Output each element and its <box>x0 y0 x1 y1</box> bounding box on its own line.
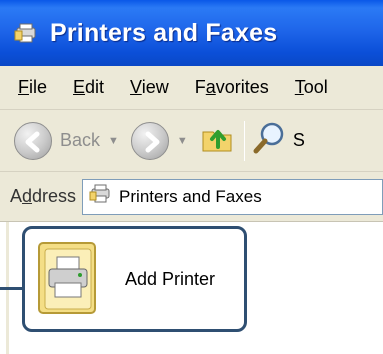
address-label-pre: A <box>10 186 23 206</box>
menu-tools-label: ool <box>303 77 328 97</box>
toolbar-separator <box>243 120 245 161</box>
menu-tools[interactable]: Tool <box>295 77 328 98</box>
search-button[interactable]: S <box>253 119 305 163</box>
menu-view-label: iew <box>141 77 169 97</box>
up-button[interactable] <box>200 119 236 163</box>
forward-button[interactable]: ▼ <box>130 119 200 163</box>
menu-file-accel: F <box>18 77 29 97</box>
menu-edit[interactable]: Edit <box>73 77 104 98</box>
menu-bar: File Edit View Favorites Tool <box>0 66 383 110</box>
printers-folder-small-icon <box>89 184 113 209</box>
add-printer-icon <box>35 237 105 322</box>
search-magnifier-icon <box>253 120 287 161</box>
menu-favorites-pre: F <box>194 77 206 97</box>
address-field[interactable]: Printers and Faxes <box>82 178 383 215</box>
back-button[interactable]: Back ▼ <box>14 119 131 163</box>
menu-favorites[interactable]: Favorites <box>195 77 269 98</box>
menu-tools-accel: T <box>294 77 304 97</box>
forward-dropdown-icon[interactable]: ▼ <box>177 135 188 147</box>
title-bar[interactable]: Printers and Faxes <box>0 0 383 66</box>
back-label: Back <box>60 130 101 150</box>
menu-file-label: ile <box>29 77 48 97</box>
up-folder-icon <box>200 120 236 161</box>
callout-line <box>0 287 24 290</box>
menu-edit-accel: E <box>73 77 86 97</box>
back-arrow-icon <box>14 121 52 160</box>
menu-favorites-label: vorites <box>215 77 269 97</box>
menu-file[interactable]: File <box>18 77 47 98</box>
forward-arrow-icon <box>130 121 169 160</box>
menu-view[interactable]: View <box>130 77 169 98</box>
address-label-accel: d <box>22 186 33 206</box>
address-label: Address <box>10 186 76 207</box>
address-bar: Address Printers and Faxes <box>0 172 383 222</box>
add-printer-item[interactable]: Add Printer <box>22 226 247 332</box>
printers-folder-icon <box>14 22 40 44</box>
window-title: Printers and Faxes <box>50 18 278 47</box>
search-label: S <box>292 130 305 150</box>
address-value: Printers and Faxes <box>119 186 262 206</box>
toolbar: Back ▼ ▼ S <box>0 110 383 172</box>
menu-edit-label: dit <box>85 77 105 97</box>
explorer-window: Printers and Faxes File Edit View Favori… <box>0 0 383 354</box>
menu-favorites-accel: a <box>205 77 216 97</box>
menu-view-accel: V <box>130 77 142 97</box>
back-dropdown-icon[interactable]: ▼ <box>108 135 119 147</box>
address-label-rest: dress <box>32 186 77 206</box>
add-printer-label: Add Printer <box>125 268 216 289</box>
